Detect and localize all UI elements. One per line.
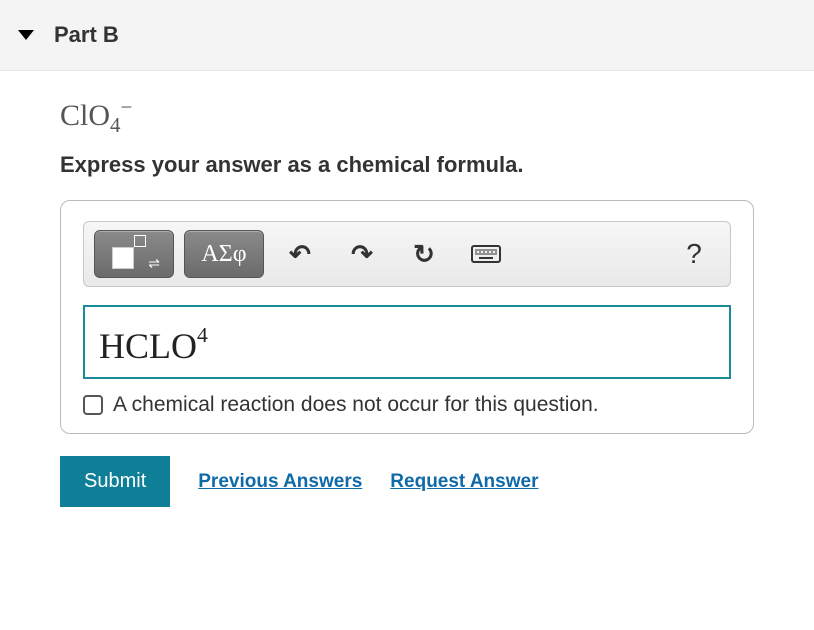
greek-button[interactable]: ΑΣφ	[184, 230, 264, 278]
formula-subscript: 4	[110, 113, 121, 137]
greek-label: ΑΣφ	[201, 241, 246, 268]
reset-icon: ↻	[413, 239, 435, 270]
no-reaction-row: A chemical reaction does not occur for t…	[83, 393, 731, 417]
answer-value-sup: 4	[197, 323, 208, 348]
redo-icon: ↷	[351, 239, 373, 270]
help-icon: ?	[686, 238, 702, 270]
formula-superscript: −	[121, 95, 133, 119]
action-row: Submit Previous Answers Request Answer	[60, 456, 754, 507]
undo-button[interactable]: ↶	[274, 230, 326, 278]
part-header[interactable]: Part B	[0, 0, 814, 71]
submit-button[interactable]: Submit	[60, 456, 170, 507]
undo-icon: ↶	[289, 239, 311, 270]
request-answer-link[interactable]: Request Answer	[390, 471, 538, 493]
collapse-caret-icon[interactable]	[18, 30, 34, 40]
formula-base: ClO	[60, 99, 110, 132]
no-reaction-label: A chemical reaction does not occur for t…	[113, 393, 599, 417]
template-button[interactable]: ⇌	[94, 230, 174, 278]
no-reaction-checkbox[interactable]	[83, 395, 103, 415]
answer-input[interactable]: HCLO4	[83, 305, 731, 379]
instruction-text: Express your answer as a chemical formul…	[60, 152, 754, 178]
question-formula: ClO4−	[60, 95, 754, 138]
answer-panel: ⇌ ΑΣφ ↶ ↷ ↻ ? HCLO4	[60, 200, 754, 434]
keyboard-icon	[471, 245, 501, 263]
previous-answers-link[interactable]: Previous Answers	[198, 471, 362, 493]
help-button[interactable]: ?	[668, 230, 720, 278]
keyboard-button[interactable]	[460, 230, 512, 278]
redo-button[interactable]: ↷	[336, 230, 388, 278]
answer-value-base: HCLO	[99, 325, 197, 367]
formula-toolbar: ⇌ ΑΣφ ↶ ↷ ↻ ?	[83, 221, 731, 287]
part-title: Part B	[54, 22, 119, 48]
reset-button[interactable]: ↻	[398, 230, 450, 278]
content-area: ClO4− Express your answer as a chemical …	[0, 71, 814, 527]
template-icon: ⇌	[112, 239, 156, 269]
